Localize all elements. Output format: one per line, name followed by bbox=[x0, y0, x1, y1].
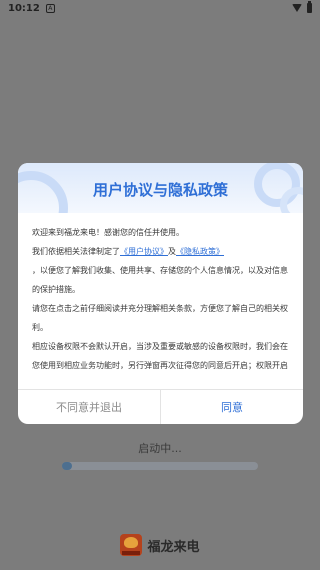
policy-intro-text: 我们依据相关法律制定了 bbox=[32, 247, 120, 256]
dialog-header: 用户协议与隐私政策 bbox=[18, 163, 303, 213]
agree-button[interactable]: 同意 bbox=[161, 390, 303, 424]
dialog-title: 用户协议与隐私政策 bbox=[92, 181, 228, 199]
brand-name: 福龙来电 bbox=[147, 539, 200, 555]
body-text: 利。 bbox=[32, 323, 48, 332]
body-text: ，以便您了解我们收集、使用共享、存储您的个人信息情况，以及对信息 bbox=[32, 266, 288, 275]
loading-progress-bar bbox=[62, 462, 258, 470]
body-text: 您使用到相应业务功能时，另行弹窗再次征得您的同意后开启；权限开启 bbox=[32, 361, 288, 370]
battery-icon bbox=[307, 1, 312, 13]
agreement-dialog: 用户协议与隐私政策 欢迎来到福龙来电！感谢您的信任并使用。 我们依据相关法律制定… bbox=[18, 163, 303, 424]
welcome-text: 欢迎来到福龙来电！感谢您的信任并使用。 bbox=[32, 228, 184, 237]
body-text: 的保护措施。 bbox=[32, 285, 80, 294]
brand-logo-icon bbox=[120, 534, 143, 556]
policy-intro: 我们依据相关法律制定了《用户协议》及《隐私政策》 bbox=[32, 242, 294, 261]
wifi-icon bbox=[292, 4, 302, 12]
dialog-footer: 不同意并退出 同意 bbox=[18, 389, 303, 424]
notification-app-icon: A bbox=[45, 3, 55, 13]
body-text: 请您在点击之前仔细阅读并充分理解相关条款，方便您了解自己的相关权 bbox=[32, 304, 288, 313]
body-text: 相应设备权限不会默认开启，当涉及重要或敏感的设备权限时，我们会在 bbox=[32, 342, 288, 351]
privacy-policy-link[interactable]: 《隐私政策》 bbox=[176, 247, 224, 256]
disagree-exit-button[interactable]: 不同意并退出 bbox=[18, 390, 161, 424]
brand: 福龙来电 bbox=[0, 534, 320, 556]
loading-progress-fill bbox=[62, 462, 72, 470]
status-right-icons bbox=[292, 1, 312, 13]
status-bar: 10:12 A bbox=[0, 0, 320, 16]
status-time: 10:12 bbox=[8, 2, 40, 14]
user-agreement-link[interactable]: 《用户协议》 bbox=[120, 247, 168, 256]
policy-conjunction: 及 bbox=[168, 247, 176, 256]
loading-text: 启动中... bbox=[138, 442, 182, 455]
dialog-body[interactable]: 欢迎来到福龙来电！感谢您的信任并使用。 我们依据相关法律制定了《用户协议》及《隐… bbox=[32, 223, 294, 383]
